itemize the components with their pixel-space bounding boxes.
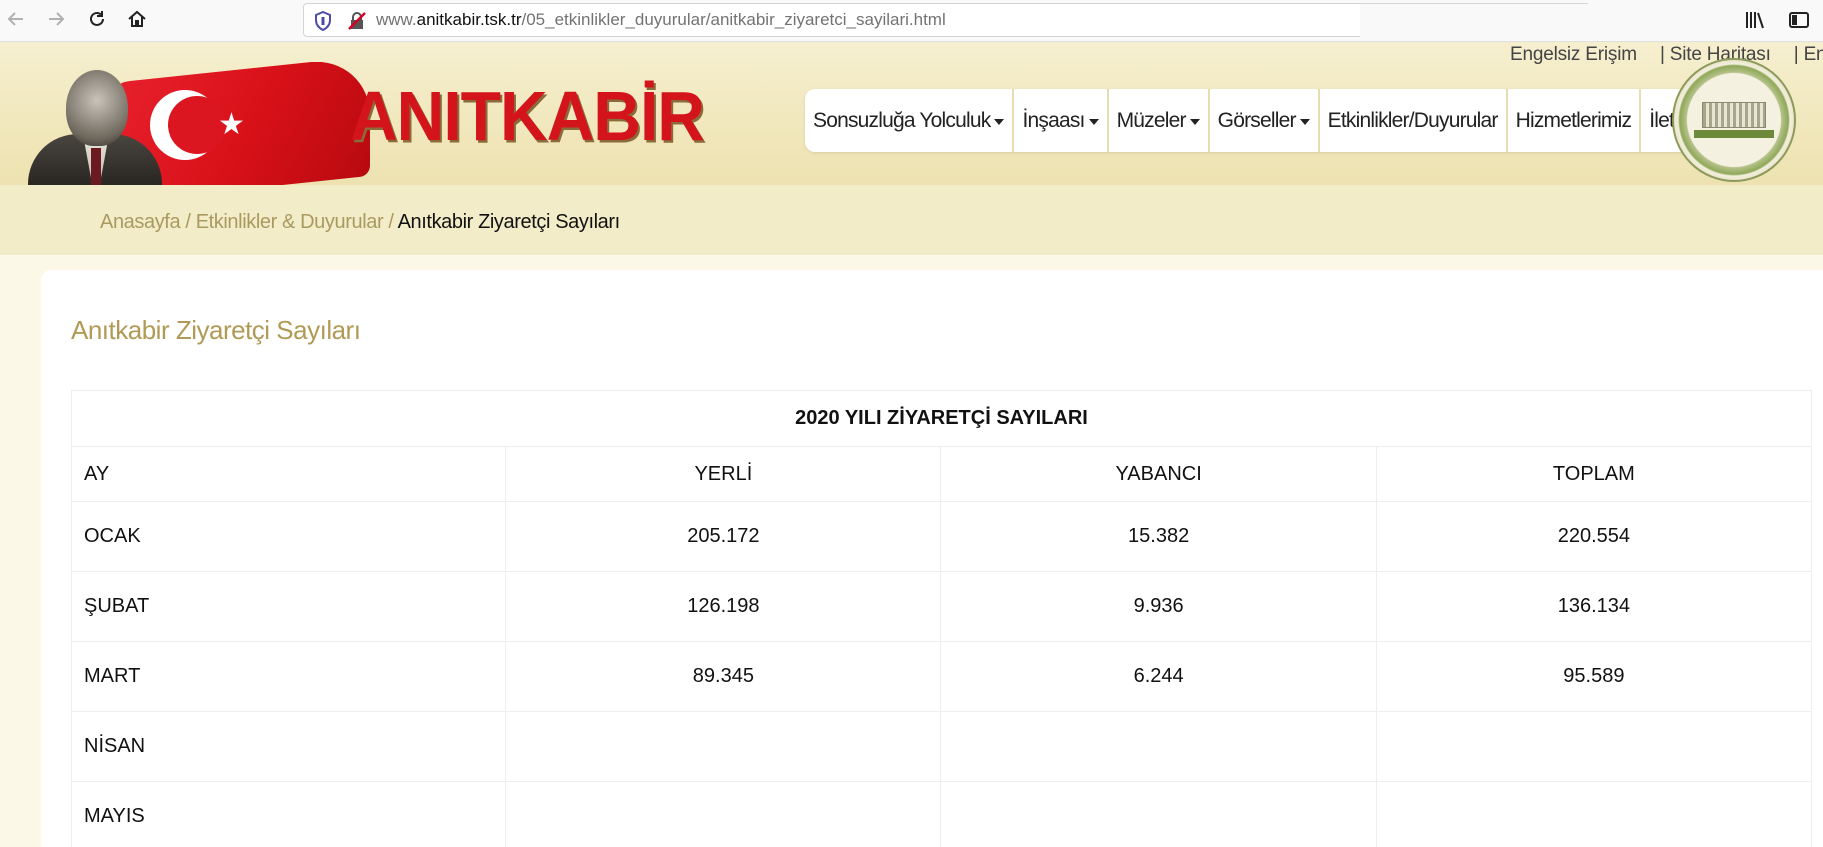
column-header-domestic: YERLİ [505, 446, 942, 502]
home-icon[interactable] [123, 5, 151, 33]
flag-star-icon: ★ [218, 107, 245, 142]
table-row: ŞUBAT 126.198 9.936 136.134 [70, 571, 1813, 642]
breadcrumb-separator: / [180, 211, 196, 233]
anitkabir-emblem-logo[interactable] [1672, 58, 1796, 182]
nav-label: İnşaası [1022, 108, 1085, 132]
total-cell [1375, 711, 1813, 782]
nav-label: Etkinlikler/Duyurular [1327, 108, 1499, 132]
nav-label: Görseller [1217, 108, 1297, 132]
month-cell: NİSAN [70, 711, 507, 782]
caret-down-icon [1189, 118, 1200, 125]
accessibility-link[interactable]: Engelsiz Erişim [1510, 44, 1637, 65]
nav-item-muzeler[interactable]: Müzeler [1109, 89, 1210, 152]
nav-label: Sonsuzluğa Yolculuk [813, 108, 991, 132]
insecure-lock-icon[interactable] [347, 11, 367, 36]
library-icon[interactable] [1742, 8, 1768, 32]
foreign-cell: 9.936 [940, 571, 1377, 642]
caret-down-icon [1088, 118, 1099, 125]
total-cell [1375, 781, 1813, 847]
caret-down-icon [994, 118, 1005, 125]
caret-down-icon [1299, 118, 1310, 125]
breadcrumb-section[interactable]: Etkinlikler & Duyurular [196, 211, 384, 233]
foreign-cell: 6.244 [940, 641, 1377, 712]
column-header-foreign: YABANCI [940, 446, 1377, 502]
nav-item-sonsuzluga-yolculuk[interactable]: Sonsuzluğa Yolculuk [805, 89, 1015, 152]
month-cell: OCAK [70, 501, 507, 572]
emblem-band [1694, 130, 1774, 138]
nav-item-etkinlikler-duyurular[interactable]: Etkinlikler/Duyurular [1320, 89, 1508, 152]
table-header-row: AY YERLİ YABANCI TOPLAM [70, 446, 1813, 502]
forward-icon[interactable] [42, 5, 70, 33]
month-cell: ŞUBAT [70, 571, 507, 642]
month-cell: MAYIS [70, 781, 507, 847]
table-caption: 2020 YILI ZİYARETÇİ SAYILARI [71, 390, 1812, 447]
nav-item-gorseller[interactable]: Görseller [1210, 89, 1320, 152]
nav-item-insaasi[interactable]: İnşaası [1014, 89, 1109, 152]
portrait-tie [91, 148, 101, 186]
toolbar-spacer [1360, 4, 1590, 37]
breadcrumb-home[interactable]: Anasayfa [100, 211, 181, 233]
page-title: Anıtkabir Ziyaretçi Sayıları [71, 315, 361, 345]
total-cell: 220.554 [1375, 501, 1813, 572]
table-row: OCAK 205.172 15.382 220.554 [70, 501, 1813, 572]
foreign-cell [940, 711, 1377, 782]
reload-icon[interactable] [83, 5, 111, 33]
visitor-stats-table: 2020 YILI ZİYARETÇİ SAYILARI AY YERLİ YA… [70, 390, 1813, 847]
emblem-building [1702, 102, 1766, 128]
table-row: NİSAN [70, 711, 1813, 782]
shield-icon[interactable] [314, 10, 332, 36]
table-row: MART 89.345 6.244 95.589 [70, 641, 1813, 712]
breadcrumb-separator: / [383, 211, 398, 233]
breadcrumb-current: Anıtkabir Ziyaretçi Sayıları [397, 211, 621, 233]
url-text[interactable]: www.anitkabir.tsk.tr/05_etkinlikler_duyu… [376, 10, 946, 30]
sidebar-icon[interactable] [1786, 8, 1812, 32]
main-nav: Sonsuzluğa Yolculuk İnşaası Müzeler Görs… [805, 89, 1717, 152]
portrait-image [28, 68, 162, 186]
nav-label: Hizmetlerimiz [1515, 108, 1632, 132]
column-header-total: TOPLAM [1375, 446, 1813, 502]
domestic-cell: 89.345 [505, 641, 942, 712]
nav-item-hizmetlerimiz[interactable]: Hizmetlerimiz [1508, 89, 1642, 152]
browser-toolbar: www.anitkabir.tsk.tr/05_etkinlikler_duyu… [0, 0, 1823, 42]
url-prefix: www. [376, 10, 417, 29]
domestic-cell [505, 711, 942, 782]
english-link[interactable]: | En [1794, 44, 1823, 65]
nav-label: Müzeler [1116, 108, 1187, 132]
portrait-head [66, 70, 128, 146]
total-cell: 136.134 [1375, 571, 1813, 642]
url-path: /05_etkinlikler_duyurular/anitkabir_ziya… [521, 10, 946, 29]
back-icon[interactable] [2, 5, 30, 33]
site-title[interactable]: ANITKABİR [350, 76, 705, 156]
column-header-month: AY [70, 446, 507, 502]
domestic-cell: 126.198 [505, 571, 942, 642]
month-cell: MART [70, 641, 507, 712]
table-row: MAYIS [70, 781, 1813, 847]
domestic-cell [505, 781, 942, 847]
top-links: Engelsiz Erişim | Site Haritası | En [1510, 44, 1823, 70]
breadcrumb: Anasayfa / Etkinlikler & Duyurular / Anı… [100, 211, 620, 234]
domestic-cell: 205.172 [505, 501, 942, 572]
url-domain: anitkabir.tsk.tr [416, 10, 522, 29]
total-cell: 95.589 [1375, 641, 1813, 712]
foreign-cell: 15.382 [940, 501, 1377, 572]
foreign-cell [940, 781, 1377, 847]
